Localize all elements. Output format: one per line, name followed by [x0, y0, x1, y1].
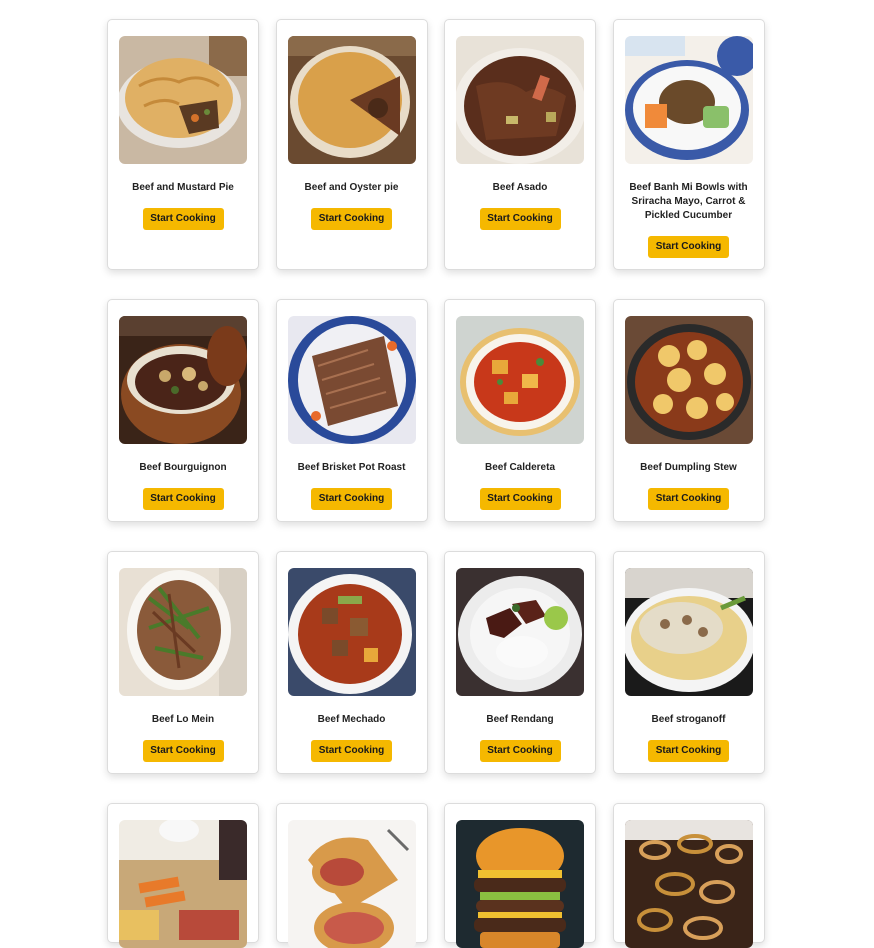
- start-cooking-button[interactable]: Start Cooking: [479, 740, 561, 762]
- recipe-card: [444, 803, 596, 948]
- beef-mustard-pie-image: [119, 36, 247, 164]
- beef-brisket-pot-roast-image: [287, 316, 416, 444]
- recipe-title: Beef Banh Mi Bowls with Sriracha Mayo, C…: [629, 182, 748, 221]
- recipe-image[interactable]: [624, 36, 753, 164]
- recipe-image[interactable]: [456, 36, 584, 164]
- recipe-image[interactable]: [456, 820, 584, 948]
- recipe-image[interactable]: [456, 568, 584, 696]
- recipe-image[interactable]: [119, 316, 247, 444]
- recipe-card: Beef stroganoff Start Cooking: [612, 551, 765, 774]
- beef-rendang-image: [456, 568, 584, 696]
- recipe-card: Beef Banh Mi Bowls with Sriracha Mayo, C…: [612, 19, 765, 270]
- start-cooking-button[interactable]: Start Cooking: [648, 236, 729, 258]
- start-cooking-button[interactable]: Start Cooking: [311, 740, 392, 762]
- burger-image: [456, 820, 584, 948]
- recipe-card: Beef Dumpling Stew Start Cooking: [612, 299, 765, 522]
- beef-wellington-image: [287, 820, 416, 948]
- beef-banh-mi-bowls-image: [624, 36, 753, 164]
- recipe-title: Beef and Mustard Pie: [132, 182, 234, 193]
- recipe-title: Beef Brisket Pot Roast: [297, 462, 406, 473]
- recipe-card: [275, 803, 428, 948]
- beef-asado-image: [456, 36, 584, 164]
- recipe-image[interactable]: [119, 36, 247, 164]
- beef-stroganoff-image: [624, 568, 753, 696]
- start-cooking-button[interactable]: Start Cooking: [142, 740, 224, 762]
- recipe-image[interactable]: [624, 820, 753, 948]
- start-cooking-button[interactable]: Start Cooking: [142, 208, 224, 230]
- recipe-title: Beef Mechado: [317, 714, 386, 725]
- recipe-card: [612, 803, 765, 948]
- recipe-image[interactable]: [456, 316, 584, 444]
- recipe-title: Beef and Oyster pie: [304, 182, 399, 193]
- recipe-title: Beef stroganoff: [651, 714, 726, 725]
- recipe-card: Beef Brisket Pot Roast Start Cooking: [275, 299, 428, 522]
- start-cooking-button[interactable]: Start Cooking: [648, 740, 729, 762]
- recipe-image[interactable]: [624, 568, 753, 696]
- recipe-title: Beef Dumpling Stew: [640, 462, 737, 473]
- recipe-title: Beef Asado: [492, 182, 548, 193]
- recipe-image[interactable]: [119, 820, 247, 948]
- recipe-title: Beef Lo Mein: [151, 714, 215, 725]
- recipe-image[interactable]: [287, 568, 416, 696]
- recipe-card: Beef and Mustard Pie Start Cooking: [107, 19, 259, 270]
- beef-dumpling-stew-image: [624, 316, 753, 444]
- recipe-card: Beef Mechado Start Cooking: [275, 551, 428, 774]
- recipe-card: Beef and Oyster pie Start Cooking: [275, 19, 428, 270]
- start-cooking-button[interactable]: Start Cooking: [142, 488, 224, 510]
- recipe-card: Beef Bourguignon Start Cooking: [107, 299, 259, 522]
- recipe-grid: Beef and Mustard Pie Start Cooking Beef …: [107, 19, 765, 948]
- recipe-card: [107, 803, 259, 948]
- recipe-image[interactable]: [119, 568, 247, 696]
- recipe-card: Beef Caldereta Start Cooking: [444, 299, 596, 522]
- start-cooking-button[interactable]: Start Cooking: [479, 208, 561, 230]
- beef-onions-image: [624, 820, 753, 948]
- start-cooking-button[interactable]: Start Cooking: [311, 488, 392, 510]
- recipe-title: Beef Rendang: [486, 714, 554, 725]
- beef-caldereta-image: [456, 316, 584, 444]
- beef-mechado-image: [287, 568, 416, 696]
- beef-lo-mein-image: [119, 568, 247, 696]
- beef-bourguignon-image: [119, 316, 247, 444]
- roast-beef-dinner-image: [119, 820, 247, 948]
- recipe-card: Beef Rendang Start Cooking: [444, 551, 596, 774]
- start-cooking-button[interactable]: Start Cooking: [648, 488, 729, 510]
- recipe-card: Beef Asado Start Cooking: [444, 19, 596, 270]
- recipe-image[interactable]: [287, 820, 416, 948]
- recipe-card: Beef Lo Mein Start Cooking: [107, 551, 259, 774]
- start-cooking-button[interactable]: Start Cooking: [311, 208, 392, 230]
- recipe-image[interactable]: [287, 316, 416, 444]
- recipe-title: Beef Bourguignon: [139, 462, 227, 473]
- recipe-title: Beef Caldereta: [484, 462, 556, 473]
- recipe-image[interactable]: [624, 316, 753, 444]
- recipe-image[interactable]: [287, 36, 416, 164]
- start-cooking-button[interactable]: Start Cooking: [479, 488, 561, 510]
- beef-oyster-pie-image: [287, 36, 416, 164]
